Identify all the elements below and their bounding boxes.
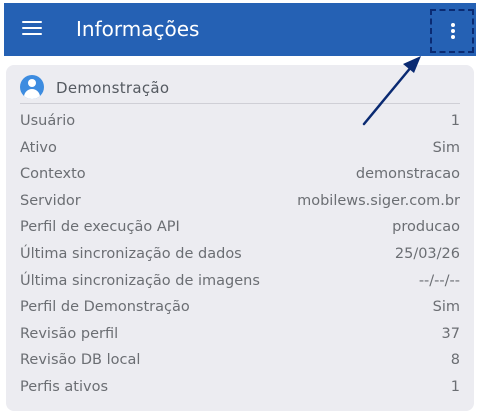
annotation-arrow-icon <box>362 56 421 126</box>
app-screen: Informações Demonstração Usuário 1 Ativo… <box>0 0 480 416</box>
